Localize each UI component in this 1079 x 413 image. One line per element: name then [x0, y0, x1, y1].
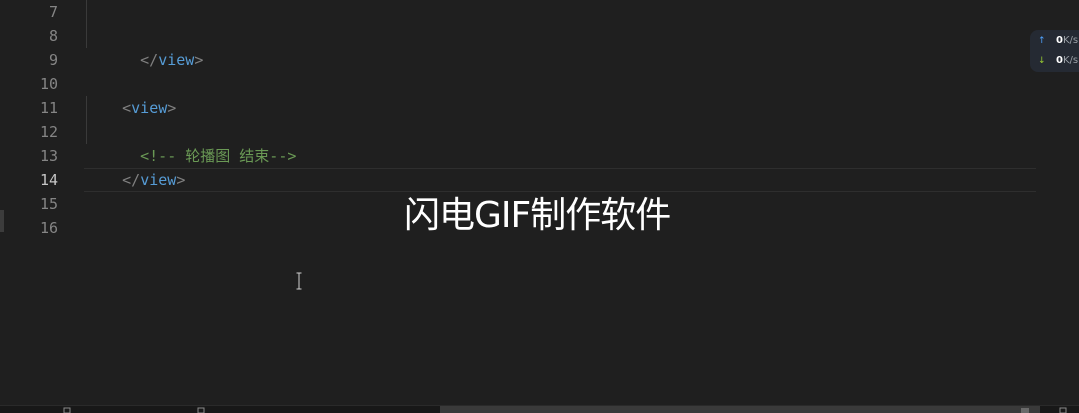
code-editor[interactable]: 7 8 9 10 11 12 13 14 15 16 </view> <view… [0, 0, 1079, 413]
code-line-12[interactable]: <!-- 轮播图 结束--> [104, 120, 296, 165]
status-bar-icon[interactable] [196, 407, 206, 413]
line-number: 10 [39, 75, 58, 93]
scroll-marker [0, 210, 4, 232]
tag-bracket: > [176, 171, 186, 189]
horizontal-scrollbar-thumb[interactable] [440, 406, 1040, 413]
line-number-active: 14 [39, 171, 58, 189]
tag-bracket: </ [140, 51, 159, 69]
line-number: 16 [39, 219, 58, 237]
status-bar-icon[interactable] [1058, 407, 1068, 413]
line-number: 15 [39, 195, 58, 213]
line-number: 8 [48, 27, 58, 45]
watermark-text: 闪电GIF制作软件 [404, 195, 671, 236]
arrow-up-icon: ↑ [1038, 36, 1046, 46]
code-line-10[interactable]: <view> [86, 72, 176, 117]
line-number: 9 [48, 51, 58, 69]
line-number: 12 [39, 123, 58, 141]
tag-name: view [140, 171, 177, 189]
code-line-8[interactable]: </view> [104, 24, 203, 69]
tag-bracket: > [167, 99, 177, 117]
upload-speed: ↑ 0K/s [1038, 35, 1079, 46]
line-number: 7 [48, 3, 58, 21]
status-bar-icon[interactable] [1020, 407, 1030, 413]
code-line-13[interactable]: </view> [86, 144, 185, 189]
tag-name: view [131, 99, 168, 117]
tag-bracket: </ [122, 171, 141, 189]
indent-guide [86, 0, 87, 48]
tag-name: view [158, 51, 195, 69]
download-speed: ↓ 0K/s [1038, 55, 1079, 66]
line-number: 13 [39, 147, 58, 165]
status-bar-icon[interactable] [62, 407, 72, 413]
tag-bracket: < [122, 99, 132, 117]
tag-bracket: > [194, 51, 204, 69]
line-number-gutter: 7 8 9 10 11 12 13 14 15 16 [0, 0, 70, 400]
arrow-down-icon: ↓ [1038, 56, 1046, 66]
line-number: 11 [39, 99, 58, 117]
text-cursor-icon [296, 272, 302, 290]
network-speed-widget[interactable]: ↑ 0K/s ↓ 0K/s [1030, 30, 1079, 72]
